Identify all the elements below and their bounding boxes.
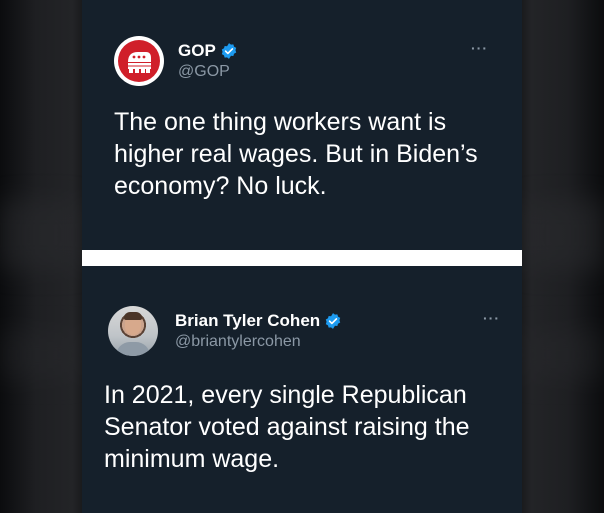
background-blur-band <box>0 330 82 380</box>
author-name[interactable]: GOP <box>178 40 216 61</box>
author-handle[interactable]: @briantylercohen <box>175 332 342 352</box>
tweet-card-brian-tyler-cohen[interactable]: Brian Tyler Cohen @briantylercohen ··· I… <box>82 266 522 513</box>
background-blur-band <box>522 330 604 380</box>
tweet-text: The one thing workers want is higher rea… <box>114 108 478 200</box>
avatar[interactable] <box>108 306 158 356</box>
tweet-card-gop[interactable]: GOP @GOP ··· The one thing workers want … <box>82 0 522 250</box>
tweet-stack: GOP @GOP ··· The one thing workers want … <box>82 0 522 513</box>
author-name[interactable]: Brian Tyler Cohen <box>175 310 320 331</box>
divider <box>82 250 522 266</box>
gop-elephant-logo-icon <box>118 40 160 82</box>
author-info: GOP @GOP <box>178 40 238 81</box>
verified-badge-icon <box>325 313 341 329</box>
author-handle[interactable]: @GOP <box>178 62 238 82</box>
background-blur-band <box>522 200 604 270</box>
tweet-header: GOP @GOP <box>114 36 238 86</box>
tweet-header: Brian Tyler Cohen @briantylercohen <box>108 306 342 356</box>
more-options-icon[interactable]: ··· <box>471 40 488 56</box>
avatar[interactable] <box>114 36 164 86</box>
more-options-icon[interactable]: ··· <box>483 310 500 326</box>
background-blur-band <box>0 200 82 270</box>
tweet-text: In 2021, every single Republican Senator… <box>104 381 470 473</box>
elephant-icon <box>128 52 151 73</box>
author-info: Brian Tyler Cohen @briantylercohen <box>175 310 342 351</box>
verified-badge-icon <box>221 43 236 59</box>
